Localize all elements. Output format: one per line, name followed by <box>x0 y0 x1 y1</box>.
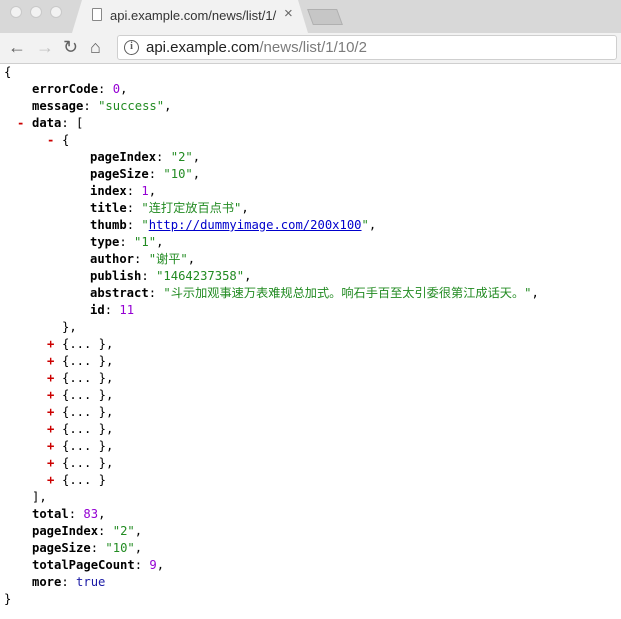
active-tab[interactable]: api.example.com/news/list/1/ × <box>72 0 308 33</box>
json-line-more: more: true <box>32 575 106 589</box>
expand-toggle[interactable]: + <box>47 336 54 353</box>
json-line-item-type: type: "1", <box>90 235 164 249</box>
page-icon <box>92 8 102 21</box>
expand-toggle[interactable]: + <box>47 370 54 387</box>
expand-toggle[interactable]: + <box>47 404 54 421</box>
collapse-toggle[interactable]: - <box>17 115 24 132</box>
new-tab-button[interactable] <box>307 9 343 25</box>
json-line-item-pageindex: pageIndex: "2", <box>90 150 201 164</box>
json-line-totalpagecount: totalPageCount: 9, <box>32 558 165 572</box>
reload-icon[interactable]: ↻ <box>63 38 78 56</box>
json-line-item-pagesize: pageSize: "10", <box>90 167 201 181</box>
expand-toggle[interactable]: + <box>47 421 54 438</box>
json-item-open: -{ <box>47 132 70 149</box>
json-line-data: - data: [ <box>17 115 84 132</box>
json-close-brace: } <box>4 592 12 606</box>
json-line-item-title: title: "连打定放百点书", <box>90 201 249 215</box>
json-viewer: { errorCode: 0, message: "success", - dat… <box>0 64 621 608</box>
maximize-window-button[interactable] <box>50 6 62 18</box>
browser-toolbar: ← → ↻ ⌂ i api.example.com/news/list/1/10… <box>0 33 621 64</box>
json-collapsed-item: + {... }, <box>47 421 114 438</box>
close-tab-icon[interactable]: × <box>284 6 293 21</box>
address-bar[interactable]: i api.example.com/news/list/1/10/2 <box>117 35 617 60</box>
json-line-item-id: id: 11 <box>90 303 135 317</box>
expand-toggle[interactable]: + <box>47 455 54 472</box>
json-line-item-thumb: thumb: "http://dummyimage.com/200x100", <box>90 218 377 232</box>
expand-toggle[interactable]: + <box>47 353 54 370</box>
json-collapsed-item: + {... }, <box>47 336 114 353</box>
close-window-button[interactable] <box>10 6 22 18</box>
json-collapsed-item: + {... }, <box>47 404 114 421</box>
forward-arrow-icon[interactable]: → <box>36 38 54 56</box>
json-line-total: total: 83, <box>32 507 106 521</box>
json-array-close: ], <box>32 490 47 504</box>
json-collapsed-item: + {... }, <box>47 353 114 370</box>
expand-toggle[interactable]: + <box>47 472 54 489</box>
json-collapsed-item: + {... }, <box>47 455 114 472</box>
json-line-pagesize: pageSize: "10", <box>32 541 143 555</box>
thumb-link[interactable]: http://dummyimage.com/200x100 <box>149 218 362 232</box>
expand-toggle[interactable]: + <box>47 387 54 404</box>
json-line-errorcode: errorCode: 0, <box>32 82 128 96</box>
tab-strip: api.example.com/news/list/1/ × <box>0 0 621 33</box>
expand-toggle[interactable]: + <box>47 438 54 455</box>
json-collapsed-item: + {... }, <box>47 370 114 387</box>
json-item-close: }, <box>62 320 77 334</box>
json-open-brace: { <box>4 65 12 79</box>
home-icon[interactable]: ⌂ <box>90 38 101 56</box>
address-url[interactable]: api.example.com/news/list/1/10/2 <box>146 39 367 57</box>
info-icon[interactable]: i <box>124 40 139 55</box>
json-line-item-publish: publish: "1464237358", <box>90 269 252 283</box>
json-collapsed-item: + {... } <box>47 472 107 489</box>
collapse-toggle[interactable]: - <box>47 132 54 149</box>
json-collapsed-item: + {... }, <box>47 387 114 404</box>
json-line-pageindex: pageIndex: "2", <box>32 524 143 538</box>
minimize-window-button[interactable] <box>30 6 42 18</box>
back-arrow-icon[interactable]: ← <box>8 38 26 56</box>
json-line-item-author: author: "谢平", <box>90 252 196 266</box>
json-line-item-abstract: abstract: "斗示加观事速万表难规总加式。响石手百至太引委很第江成话天。… <box>90 286 539 300</box>
json-collapsed-item: + {... }, <box>47 438 114 455</box>
json-line-item-index: index: 1, <box>90 184 157 198</box>
json-line-message: message: "success", <box>32 99 172 113</box>
tab-title: api.example.com/news/list/1/ <box>110 8 277 23</box>
